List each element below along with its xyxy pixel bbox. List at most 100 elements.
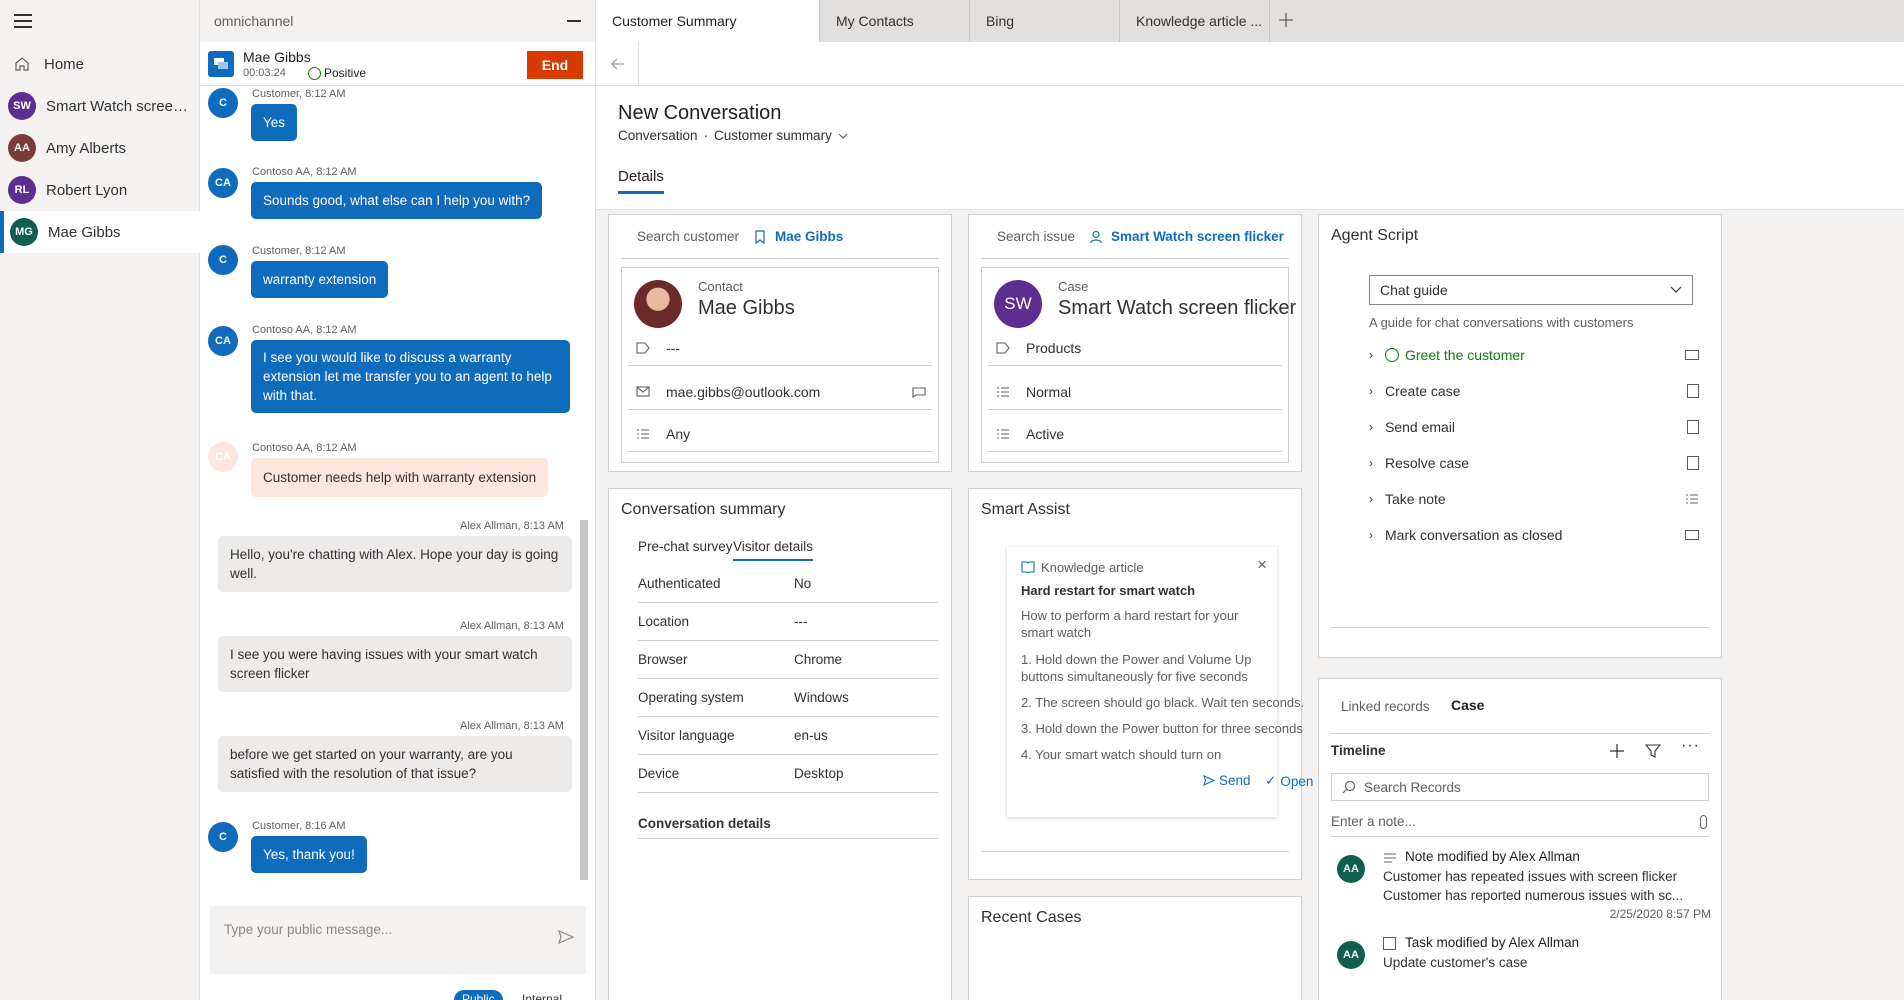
sentiment-indicator: Positive bbox=[308, 66, 366, 80]
open-suggestion-button[interactable]: ✓ Open bbox=[1265, 773, 1313, 789]
note-placeholder: Enter a note... bbox=[1331, 814, 1416, 829]
script-step-create-case[interactable]: › Create case bbox=[1369, 373, 1699, 409]
script-step-take-note[interactable]: › Take note bbox=[1369, 481, 1699, 517]
macro-icon bbox=[1685, 530, 1699, 540]
message-meta: Customer, 8:16 AM bbox=[252, 820, 346, 832]
send-suggestion-button[interactable]: Send bbox=[1203, 773, 1251, 788]
hamburger-menu-icon[interactable] bbox=[14, 14, 32, 28]
message-meta: Contoso AA, 8:12 AM bbox=[252, 166, 357, 178]
session-item-smart-watch[interactable]: SW Smart Watch screen fli... bbox=[0, 85, 200, 127]
book-icon bbox=[1021, 561, 1035, 573]
session-avatar: MG bbox=[10, 218, 38, 246]
tab-case[interactable]: Case bbox=[1451, 697, 1484, 713]
add-icon[interactable] bbox=[1609, 743, 1625, 759]
tab-customer-summary[interactable]: Customer Summary bbox=[596, 0, 820, 42]
session-timer: 00:03:24 bbox=[243, 67, 286, 79]
script-select[interactable]: Chat guide bbox=[1369, 275, 1693, 305]
chevron-right-icon: › bbox=[1369, 348, 1373, 362]
chevron-down-icon[interactable] bbox=[838, 132, 848, 140]
message-meta: Contoso AA, 8:12 AM bbox=[252, 442, 357, 454]
chevron-right-icon: › bbox=[1369, 492, 1373, 506]
message-bubble: Hello, you're chatting with Alex. Hope y… bbox=[218, 536, 572, 592]
attachment-icon[interactable] bbox=[1700, 814, 1707, 829]
message-meta: Alex Allman, 8:13 AM bbox=[460, 620, 564, 632]
field-row: Products bbox=[988, 330, 1282, 366]
message-meta: Customer, 8:12 AM bbox=[252, 245, 346, 257]
contact-card-icon bbox=[755, 229, 765, 244]
row-value: en-us bbox=[794, 728, 828, 743]
message-bubble: Yes, thank you! bbox=[251, 836, 367, 873]
macro-icon bbox=[1685, 350, 1699, 360]
internal-toggle[interactable]: Internal bbox=[514, 990, 570, 1000]
message-avatar: CA bbox=[208, 442, 238, 472]
session-item-amy-alberts[interactable]: AA Amy Alberts bbox=[0, 127, 200, 169]
more-options-icon[interactable]: ··· bbox=[1681, 737, 1700, 755]
add-tab-icon[interactable] bbox=[1278, 12, 1294, 28]
suggestion-line: How to perform a hard restart for your s… bbox=[1021, 608, 1239, 640]
message-meta: Contoso AA, 8:12 AM bbox=[252, 324, 357, 336]
divider bbox=[1331, 627, 1709, 628]
minimize-icon[interactable] bbox=[567, 20, 581, 22]
nav-home[interactable]: Home bbox=[0, 43, 200, 85]
chat-scrollbar[interactable] bbox=[580, 520, 588, 880]
back-arrow-icon[interactable] bbox=[610, 56, 626, 72]
message-compose-box[interactable]: Type your public message... bbox=[210, 906, 586, 974]
send-icon[interactable] bbox=[558, 930, 574, 944]
end-button[interactable]: End bbox=[527, 51, 583, 79]
tab-visitor-details[interactable]: Visitor details bbox=[733, 539, 814, 561]
chat-transcript: C Customer, 8:12 AM Yes CA Contoso AA, 8… bbox=[200, 86, 596, 896]
timeline-entry[interactable]: AA Note modified by Alex Allman Customer… bbox=[1331, 845, 1711, 925]
send-email-icon[interactable] bbox=[912, 386, 926, 398]
conversation-details-heading: Conversation details bbox=[638, 809, 938, 839]
session-customer-name: Mae Gibbs bbox=[243, 49, 311, 65]
timeline-search[interactable]: Search Records bbox=[1331, 773, 1709, 801]
timeline-entry[interactable]: AA Task modified by Alex Allman Update c… bbox=[1331, 931, 1711, 1000]
search-issue-label: Search issue bbox=[997, 229, 1076, 244]
nav-home-label: Home bbox=[44, 55, 85, 73]
customer-search[interactable]: Search customer Mae Gibbs bbox=[621, 215, 939, 259]
tab-details[interactable]: Details bbox=[618, 168, 664, 194]
session-tab-bar: Customer Summary My Contacts Bing Knowle… bbox=[596, 0, 1904, 42]
close-icon[interactable]: × bbox=[1257, 555, 1267, 575]
compose-placeholder: Type your public message... bbox=[224, 922, 393, 937]
knowledge-suggestion-card: Knowledge article × Hard restart for sma… bbox=[1007, 547, 1313, 817]
session-avatar: RL bbox=[8, 176, 36, 204]
issue-search[interactable]: Search issue Smart Watch screen flicker bbox=[981, 215, 1289, 259]
form-selector[interactable]: Customer summary bbox=[714, 128, 832, 143]
script-step-resolve-case[interactable]: › Resolve case bbox=[1369, 445, 1699, 481]
row-value: --- bbox=[794, 614, 808, 629]
script-step-greet[interactable]: › Greet the customer bbox=[1369, 337, 1699, 373]
note-input[interactable]: Enter a note... bbox=[1331, 807, 1709, 837]
session-item-robert-lyon[interactable]: RL Robert Lyon bbox=[0, 169, 200, 211]
search-icon bbox=[1342, 780, 1356, 794]
tag-icon bbox=[636, 341, 650, 354]
list-icon bbox=[637, 428, 649, 439]
table-row: Location --- bbox=[638, 603, 938, 641]
tab-linked-records[interactable]: Linked records bbox=[1341, 699, 1430, 714]
row-label: Browser bbox=[638, 652, 688, 667]
entry-date: 2/25/2020 8:57 PM bbox=[1609, 907, 1711, 921]
customer-card: Search customer Mae Gibbs Contact Mae Gi… bbox=[608, 214, 952, 472]
public-toggle[interactable]: Public bbox=[454, 990, 503, 1000]
script-description: A guide for chat conversations with cust… bbox=[1369, 315, 1634, 330]
tab-bing[interactable]: Bing bbox=[970, 0, 1120, 42]
case-product: Products bbox=[1026, 339, 1082, 356]
selected-customer-link[interactable]: Mae Gibbs bbox=[775, 229, 843, 244]
issue-card: Search issue Smart Watch screen flicker … bbox=[968, 214, 1302, 472]
tab-label: Customer Summary bbox=[612, 13, 737, 29]
suggestion-line: 4. Your smart watch should turn on bbox=[1021, 747, 1222, 762]
chevron-right-icon: › bbox=[1369, 528, 1373, 542]
session-item-mae-gibbs[interactable]: MG Mae Gibbs bbox=[0, 211, 200, 253]
session-avatar: SW bbox=[8, 92, 36, 120]
recent-cases-title: Recent Cases bbox=[981, 909, 1082, 926]
tab-my-contacts[interactable]: My Contacts bbox=[820, 0, 970, 42]
script-step-send-email[interactable]: › Send email bbox=[1369, 409, 1699, 445]
selected-issue-link[interactable]: Smart Watch screen flicker bbox=[1111, 229, 1284, 244]
sentiment-label: Positive bbox=[324, 66, 367, 80]
script-step-mark-closed[interactable]: › Mark conversation as closed bbox=[1369, 517, 1699, 553]
message-bubble: warranty extension bbox=[251, 261, 389, 298]
row-label: Device bbox=[638, 766, 680, 781]
tab-pre-chat-survey[interactable]: Pre-chat survey bbox=[638, 539, 733, 554]
filter-icon[interactable] bbox=[1645, 743, 1661, 759]
tab-knowledge-article[interactable]: Knowledge article ... bbox=[1120, 0, 1270, 42]
